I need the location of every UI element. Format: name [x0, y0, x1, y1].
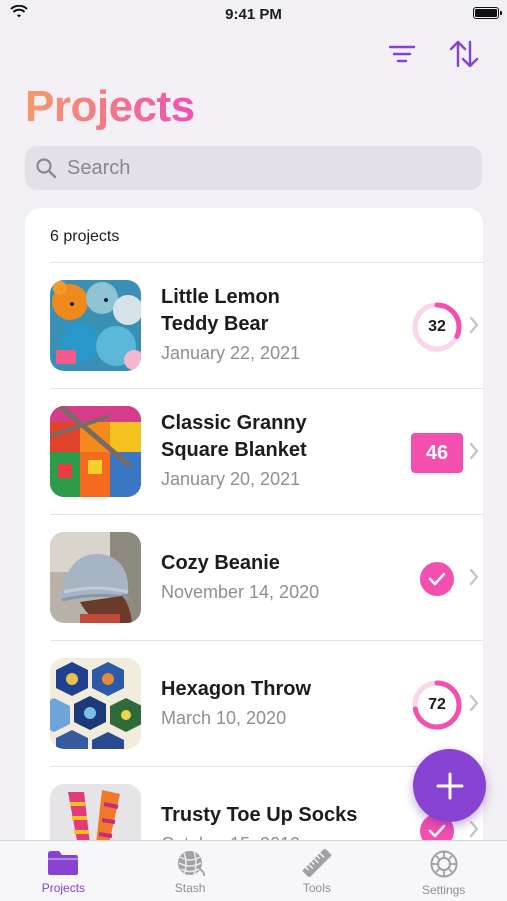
battery-icon: [473, 7, 502, 19]
project-date: November 14, 2020: [161, 581, 320, 602]
project-row-classic-granny-square-blanket[interactable]: Classic Granny Square Blanket January 20,…: [50, 388, 483, 514]
project-row-cozy-beanie[interactable]: Cozy Beanie November 14, 2020: [50, 514, 483, 640]
filter-icon: [388, 45, 416, 63]
status-time: 9:41 PM: [225, 6, 282, 23]
checkmark-icon: [420, 562, 454, 596]
tab-settings[interactable]: Settings: [380, 841, 507, 901]
plus-icon: [436, 772, 463, 799]
project-name: Classic Granny Square Blanket: [161, 412, 307, 461]
project-date: January 22, 2021: [161, 343, 301, 363]
chevron-right-icon: [469, 442, 479, 460]
projects-card: 6 projects Little Lemon Teddy Bear Janua…: [25, 208, 483, 848]
progress-ring: 32: [411, 301, 463, 353]
chevron-right-icon: [469, 694, 479, 712]
chevron-right-icon: [469, 316, 479, 334]
gear-icon: [430, 850, 458, 878]
ruler-icon: [302, 849, 332, 877]
project-date: January 20, 2021: [161, 469, 301, 489]
chevron-right-icon: [469, 820, 479, 838]
tab-projects[interactable]: Projects: [0, 841, 127, 901]
project-row-hexagon-throw[interactable]: Hexagon Throw March 10, 2020 72: [50, 640, 483, 766]
search-bar[interactable]: [25, 146, 482, 190]
project-thumbnail: [50, 280, 141, 371]
tab-tools[interactable]: Tools: [254, 841, 381, 901]
search-icon: [36, 158, 57, 179]
progress-ring: 72: [411, 679, 463, 731]
tab-label: Tools: [302, 881, 331, 895]
tab-stash[interactable]: Stash: [127, 841, 254, 901]
project-list: Little Lemon Teddy Bear January 22, 2021 …: [25, 262, 483, 848]
add-project-button[interactable]: [413, 749, 486, 822]
count-badge: 46: [411, 433, 463, 473]
tab-label: Stash: [174, 881, 206, 895]
sort-button[interactable]: [448, 38, 480, 70]
project-thumbnail: [50, 406, 141, 497]
project-date: March 10, 2020: [161, 707, 287, 728]
project-name: Cozy Beanie: [161, 551, 280, 574]
project-thumbnail: [50, 784, 141, 848]
project-name: Trusty Toe Up Socks: [161, 803, 358, 826]
tab-label: Projects: [41, 881, 86, 895]
tab-bar: Projects Stash Tools Settings: [0, 840, 507, 901]
completed-status: [411, 553, 463, 605]
yarn-ball-icon: [178, 851, 206, 877]
project-thumbnail: [50, 532, 141, 623]
search-input[interactable]: [65, 155, 449, 181]
filter-button[interactable]: [386, 38, 418, 70]
sort-arrows-icon: [449, 40, 479, 68]
project-name: Little Lemon Teddy Bear: [161, 286, 280, 335]
progress-value: 32: [428, 318, 446, 335]
status-bar: 9:41 PM: [0, 0, 507, 28]
folder-icon: [48, 851, 79, 875]
page-title: Projects: [25, 82, 195, 131]
tab-label: Settings: [421, 883, 466, 897]
project-row-little-lemon-teddy-bear[interactable]: Little Lemon Teddy Bear January 22, 2021 …: [50, 262, 483, 388]
progress-value: 72: [428, 696, 446, 713]
chevron-right-icon: [469, 568, 479, 586]
row-count-badge: 46: [411, 427, 463, 479]
project-name: Hexagon Throw: [161, 677, 312, 700]
project-thumbnail: [50, 658, 141, 749]
project-count: 6 projects: [50, 228, 120, 245]
